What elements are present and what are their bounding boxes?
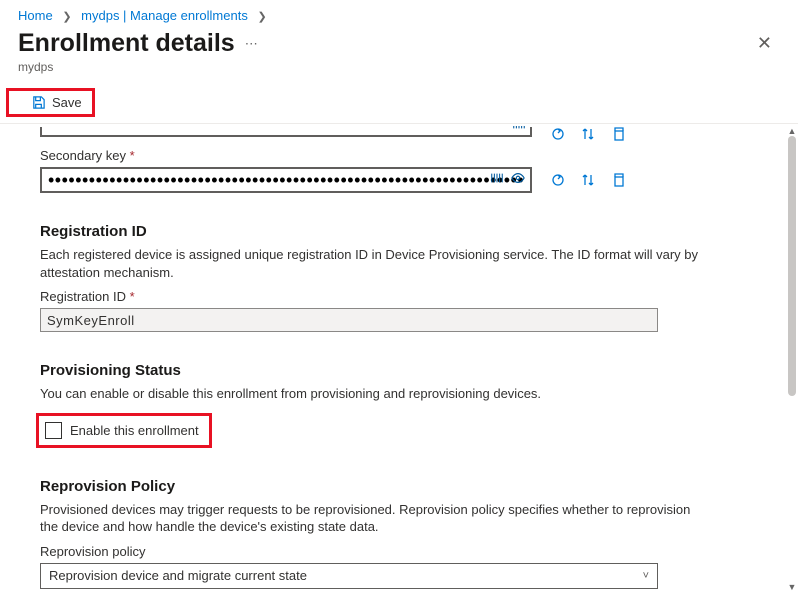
title-bar: Enrollment details ⋯ ✕ <box>0 29 798 60</box>
barcode-icon[interactable] <box>490 171 504 185</box>
provisioning-heading: Provisioning Status <box>40 362 758 379</box>
secondary-key-value: ••••••••••••••••••••••••••••••••••••••••… <box>48 175 524 185</box>
primary-key-input-cut <box>40 127 532 137</box>
page-subtitle: mydps <box>0 60 798 84</box>
provisioning-desc: You can enable or disable this enrollmen… <box>40 385 700 403</box>
eye-icon[interactable] <box>510 171 526 185</box>
regenerate-icon[interactable] <box>550 126 566 142</box>
registration-heading: Registration ID <box>40 223 758 240</box>
copy-icon[interactable] <box>610 126 626 142</box>
enable-enrollment-label: Enable this enrollment <box>70 423 199 438</box>
scroll-up-icon[interactable]: ▲ <box>788 126 796 136</box>
save-icon <box>31 95 46 110</box>
swap-icon[interactable] <box>580 172 596 188</box>
chevron-right-icon: ❯ <box>257 11 266 23</box>
registration-desc: Each registered device is assigned uniqu… <box>40 246 700 281</box>
regenerate-icon[interactable] <box>550 172 566 188</box>
reprovision-policy-value: Reprovision device and migrate current s… <box>49 568 307 583</box>
content-area: Secondary key ••••••••••••••••••••••••••… <box>0 126 798 596</box>
primary-key-actions <box>546 126 626 142</box>
reprovision-heading: Reprovision Policy <box>40 478 758 495</box>
close-icon[interactable]: ✕ <box>749 29 780 58</box>
reprovision-desc: Provisioned devices may trigger requests… <box>40 501 700 536</box>
command-bar: Save <box>0 84 798 124</box>
more-icon[interactable]: ⋯ <box>245 36 258 52</box>
reprovision-policy-select[interactable]: Reprovision device and migrate current s… <box>40 563 658 589</box>
page-title: Enrollment details <box>18 29 235 58</box>
reprovision-policy-label: Reprovision policy <box>40 544 758 559</box>
barcode-icon[interactable] <box>512 126 526 131</box>
breadcrumb-home[interactable]: Home <box>18 8 53 23</box>
copy-icon[interactable] <box>610 172 626 188</box>
registration-id-input[interactable]: SymKeyEnroll <box>40 308 658 332</box>
highlight-enable-enrollment: Enable this enrollment <box>36 413 212 448</box>
scroll-thumb[interactable] <box>788 136 796 396</box>
vertical-scrollbar[interactable]: ▲ ▼ <box>788 126 796 592</box>
registration-id-label: Registration ID <box>40 289 758 304</box>
registration-id-value: SymKeyEnroll <box>47 313 135 328</box>
chevron-down-icon: ˅ <box>643 570 649 582</box>
highlight-save: Save <box>6 88 95 117</box>
chevron-right-icon: ❯ <box>62 11 71 23</box>
breadcrumb-mydps[interactable]: mydps | Manage enrollments <box>81 8 248 23</box>
secondary-key-actions <box>546 172 626 188</box>
breadcrumb: Home ❯ mydps | Manage enrollments ❯ <box>0 0 798 29</box>
enable-enrollment-checkbox[interactable] <box>45 422 62 439</box>
save-label: Save <box>52 95 82 110</box>
secondary-key-label: Secondary key <box>40 148 758 163</box>
swap-icon[interactable] <box>580 126 596 142</box>
secondary-key-input[interactable]: ••••••••••••••••••••••••••••••••••••••••… <box>40 167 532 193</box>
scroll-down-icon[interactable]: ▼ <box>788 582 796 592</box>
save-button[interactable]: Save <box>19 91 90 114</box>
